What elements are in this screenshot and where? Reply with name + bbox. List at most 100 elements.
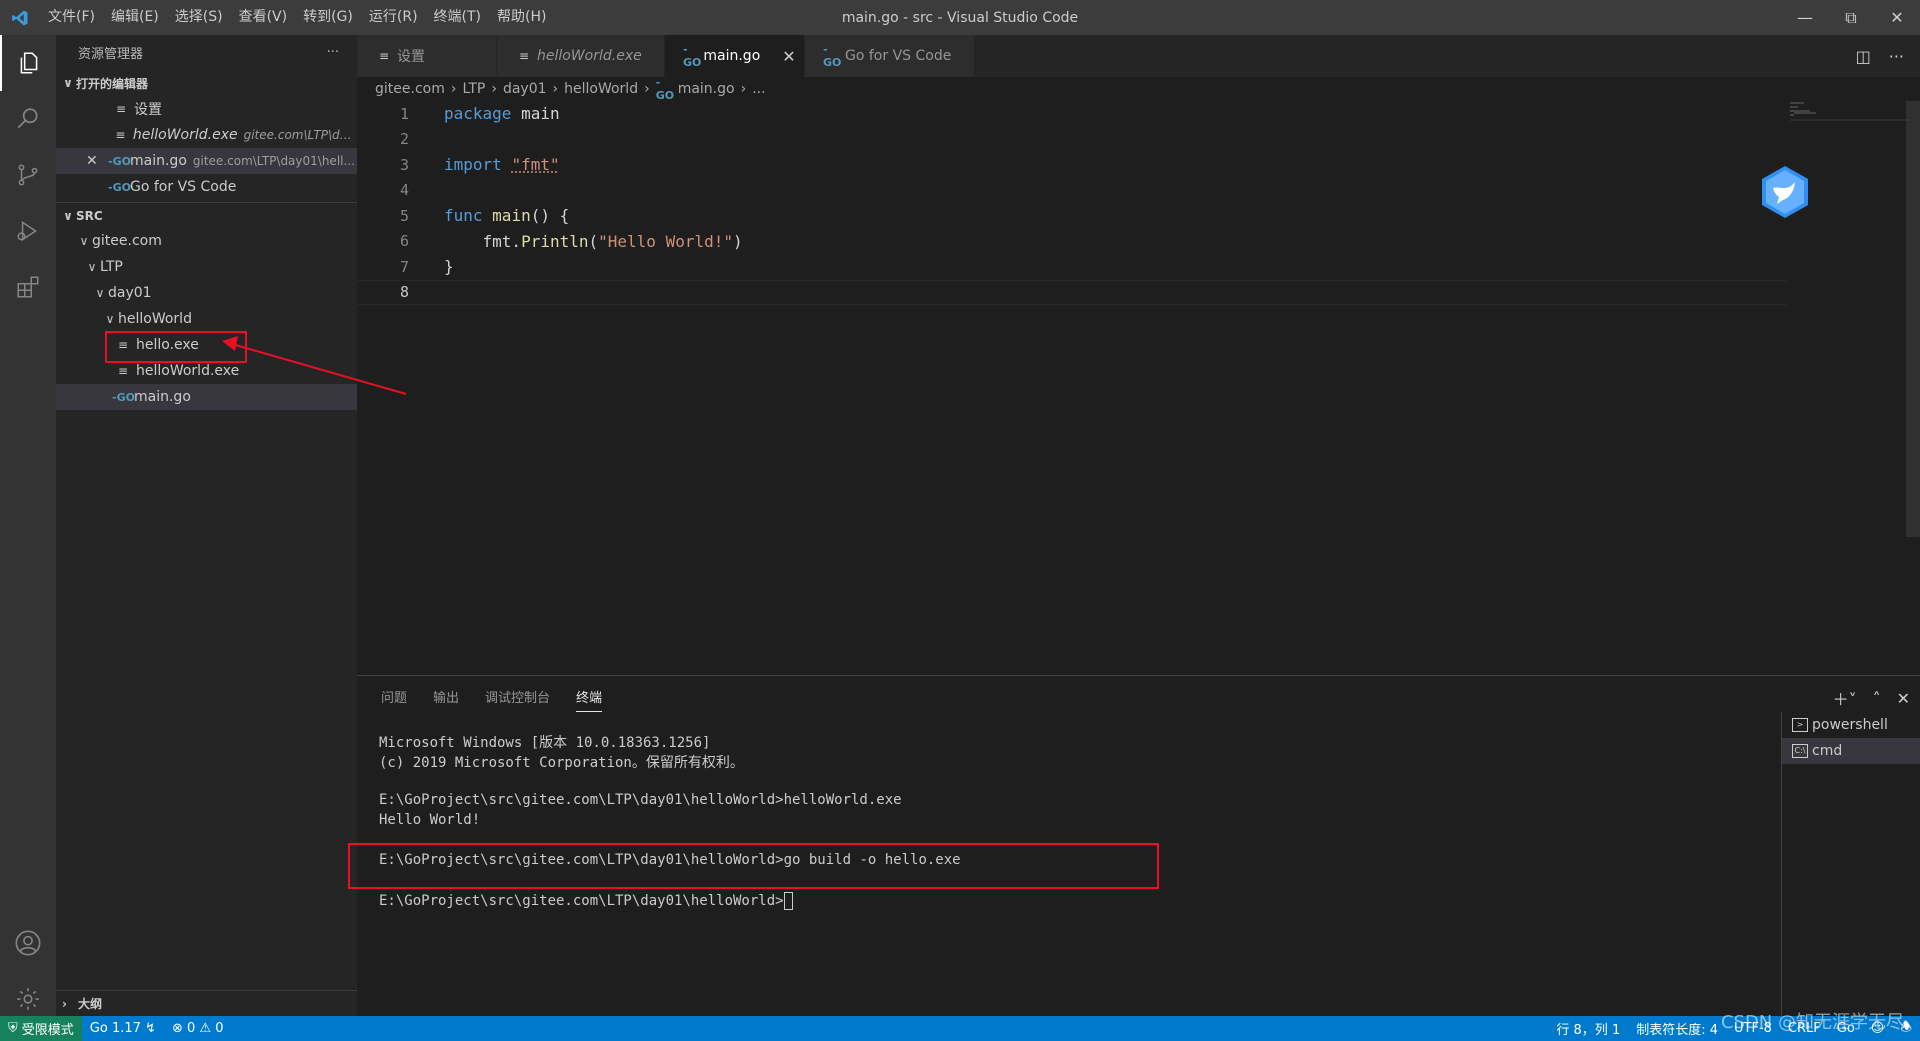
minimap[interactable]	[1790, 101, 1910, 121]
code-text: main	[511, 104, 560, 124]
breadcrumb-item[interactable]: helloWorld	[564, 81, 638, 97]
tab-output[interactable]: 输出	[433, 686, 459, 712]
code-line: 2	[357, 127, 1787, 153]
function-name: main	[492, 206, 531, 226]
chevron-right-icon: ›	[552, 81, 559, 97]
go-version-label: Go 1.17	[89, 1021, 141, 1036]
restricted-mode-indicator[interactable]: ⛨ 受限模式	[0, 1016, 82, 1041]
tab-problems[interactable]: 问题	[381, 686, 407, 712]
tab-main-go[interactable]: -GO main.go ✕	[665, 35, 805, 77]
close-window-icon[interactable]: ✕	[1874, 0, 1920, 35]
breadcrumb-item[interactable]: day01	[503, 81, 547, 97]
menu-run[interactable]: 运行(R)	[361, 0, 426, 35]
breadcrumb-item[interactable]: LTP	[462, 81, 485, 97]
keyword: package	[444, 104, 512, 124]
tree-label: gitee.com	[92, 233, 162, 249]
problems-indicator[interactable]: ⊗ 0 ⚠ 0	[164, 1021, 232, 1036]
tab-terminal[interactable]: 终端	[576, 686, 603, 712]
extensions-icon[interactable]	[0, 259, 56, 315]
tab-helloworld-exe[interactable]: ≡ helloWorld.exe	[497, 35, 665, 77]
terminal-prompt: E:\GoProject\src\gitee.com\LTP\day01\hel…	[379, 893, 784, 909]
open-editor-label: Go for VS Code	[130, 179, 237, 195]
tab-debug-console[interactable]: 调试控制台	[485, 686, 550, 712]
menu-terminal[interactable]: 终端(T)	[426, 0, 489, 35]
breadcrumb-item[interactable]: ...	[752, 81, 765, 97]
line-number: 6	[399, 232, 409, 251]
cursor-position[interactable]: 行 8，列 1	[1548, 1019, 1628, 1038]
code-line: 1 package main	[357, 101, 1787, 127]
tab-size[interactable]: 制表符长度: 4	[1628, 1019, 1726, 1038]
open-editors-section[interactable]: ∨ 打开的编辑器	[56, 70, 357, 96]
terminal-line: Microsoft Windows [版本 10.0.18363.1256]	[379, 735, 711, 751]
outline-title: 大纲	[78, 997, 103, 1011]
tree-folder-ltp[interactable]: ∨ LTP	[56, 254, 357, 280]
tree-label: day01	[108, 285, 152, 301]
new-terminal-icon[interactable]: ＋˅	[1833, 686, 1857, 710]
tree-folder-day01[interactable]: ∨ day01	[56, 280, 357, 306]
line-number: 2	[399, 130, 409, 149]
code-line: 6 fmt.Println("Hello World!")	[357, 229, 1787, 255]
explorer-sidebar: 资源管理器 ··· ∨ 打开的编辑器 ≡ 设置 ≡ helloWorld.exe…	[56, 35, 357, 1016]
error-count: 0	[186, 1021, 196, 1036]
go-file-icon: -GO	[683, 43, 702, 69]
terminal-item-cmd[interactable]: C:\ cmd	[1782, 738, 1920, 764]
terminal-item-powershell[interactable]: > powershell	[1782, 712, 1920, 738]
search-icon[interactable]	[0, 91, 56, 147]
string-literal: "Hello World!"	[598, 231, 733, 251]
terminal-line: (c) 2019 Microsoft Corporation。保留所有权利。	[379, 755, 744, 771]
close-panel-icon[interactable]: ✕	[1897, 689, 1910, 708]
close-tab-icon[interactable]: ✕	[782, 47, 795, 66]
editor-scrollbar[interactable]	[1906, 101, 1920, 675]
tab-label: main.go	[703, 48, 761, 64]
file-lines-icon: ≡	[115, 102, 127, 116]
terminal-icon: C:\	[1792, 744, 1808, 758]
code-line: 5 func main() {	[357, 203, 1787, 229]
scrollbar-thumb[interactable]	[1906, 101, 1920, 537]
tree-file-main-go[interactable]: -GO main.go	[56, 384, 357, 410]
split-editor-icon[interactable]: ◫	[1856, 47, 1871, 66]
restore-icon[interactable]: ⧉	[1828, 0, 1874, 35]
menu-help[interactable]: 帮助(H)	[489, 0, 554, 35]
tab-settings[interactable]: ≡ 设置	[357, 35, 497, 77]
line-number: 8	[399, 283, 409, 302]
open-editor-item[interactable]: ≡ helloWorld.exe gitee.com\LTP\day...	[56, 122, 357, 148]
chevron-right-icon: ›	[450, 81, 457, 97]
breadcrumb-item[interactable]: gitee.com	[375, 81, 445, 97]
src-folder-section[interactable]: ∨ SRC	[56, 202, 357, 228]
outline-section[interactable]: › 大纲	[56, 990, 357, 1016]
tree-folder-gitee[interactable]: ∨ gitee.com	[56, 228, 357, 254]
chevron-down-icon: ∨	[79, 234, 89, 248]
title-bar: 文件(F) 编辑(E) 选择(S) 查看(V) 转到(G) 运行(R) 终端(T…	[0, 0, 1920, 35]
maximize-panel-icon[interactable]: ˄	[1873, 689, 1881, 708]
breadcrumb-item[interactable]: main.go	[678, 81, 735, 97]
menu-file[interactable]: 文件(F)	[40, 0, 103, 35]
annotation-box-hello-exe	[105, 331, 247, 363]
menu-go[interactable]: 转到(G)	[295, 0, 361, 35]
bird-extension-icon[interactable]	[1759, 164, 1811, 220]
go-version[interactable]: Go 1.17 ↯	[82, 1021, 164, 1036]
open-editor-item[interactable]: -GO Go for VS Code	[56, 174, 357, 200]
code-editor[interactable]: 1 package main 2 3 import "fmt" 4 5 func…	[357, 101, 1920, 675]
menu-selection[interactable]: 选择(S)	[167, 0, 231, 35]
tab-go-for-vscode[interactable]: -GO Go for VS Code	[805, 35, 975, 77]
close-editor-icon[interactable]: ✕	[86, 153, 108, 169]
keyword: import	[444, 155, 502, 175]
menu-view[interactable]: 查看(V)	[231, 0, 296, 35]
more-actions-icon[interactable]: ···	[327, 45, 339, 60]
terminal-name: cmd	[1812, 743, 1843, 759]
explorer-icon[interactable]	[0, 35, 56, 91]
menu-edit[interactable]: 编辑(E)	[103, 0, 167, 35]
tree-folder-helloworld[interactable]: ∨ helloWorld	[56, 306, 357, 332]
accounts-icon[interactable]	[0, 915, 56, 971]
source-control-icon[interactable]	[0, 147, 56, 203]
more-actions-icon[interactable]: ···	[1889, 47, 1904, 66]
open-editors-title: 打开的编辑器	[76, 76, 149, 91]
open-editor-item[interactable]: ≡ 设置	[56, 96, 357, 122]
terminal-name: powershell	[1812, 717, 1888, 733]
open-editor-item-active[interactable]: ✕ -GO main.go gitee.com\LTP\day01\hell..…	[56, 148, 357, 174]
chevron-right-icon: ›	[740, 81, 747, 97]
line-number: 4	[399, 181, 409, 200]
minimize-icon[interactable]: —	[1782, 0, 1828, 35]
run-debug-icon[interactable]	[0, 203, 56, 259]
